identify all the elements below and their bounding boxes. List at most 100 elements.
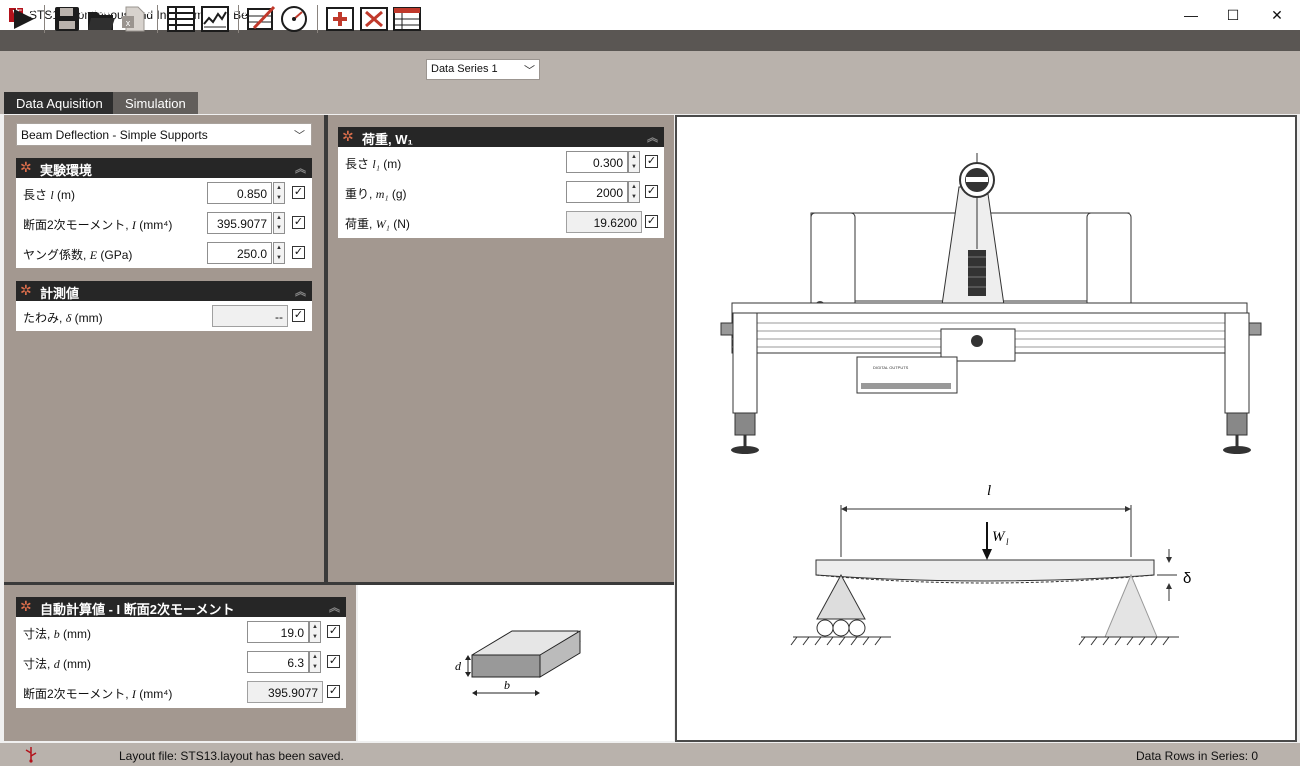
experiment-value: Beam Deflection - Simple Supports bbox=[21, 128, 208, 142]
group-header[interactable]: ✲ 自動計算値 - I 断面2次モーメント ︽ bbox=[16, 597, 346, 617]
d-spinner[interactable]: ▲ ▼ bbox=[309, 651, 321, 673]
minimize-button[interactable]: — bbox=[1168, 0, 1214, 30]
svg-text:x: x bbox=[126, 18, 131, 28]
group-environment: ✲ 実験環境 ︽ 長さ l (m) 0.850 ▲ ▼ ✓ 断面2次モーメント, … bbox=[16, 158, 312, 268]
usb-icon bbox=[25, 747, 37, 763]
length-checkbox[interactable]: ✓ bbox=[292, 186, 305, 199]
collapse-icon[interactable]: ︽ bbox=[647, 129, 658, 145]
b-checkbox[interactable]: ✓ bbox=[327, 625, 340, 638]
group-body: たわみ, δ (mm) -- ✓ bbox=[16, 301, 312, 331]
group-title: 計測値 bbox=[40, 286, 80, 301]
table-view-icon[interactable] bbox=[166, 4, 196, 34]
apparatus-illustration: DIGITAL OUTPUTS l W l δ bbox=[720, 153, 1262, 646]
mass-input[interactable]: 2000 bbox=[566, 181, 628, 203]
tab-data-acquisition[interactable]: Data Aquisition bbox=[4, 92, 115, 114]
b-label: b bbox=[504, 678, 510, 692]
open-folder-icon[interactable] bbox=[86, 4, 116, 34]
gear-icon: ✲ bbox=[20, 282, 32, 298]
moment-checkbox[interactable]: ✓ bbox=[292, 216, 305, 229]
weight-value: 19.6200 bbox=[566, 211, 642, 233]
toolbar-separator bbox=[44, 5, 45, 33]
young-input[interactable]: 250.0 bbox=[207, 242, 272, 264]
data-series-select[interactable]: Data Series 1 ﹀ bbox=[426, 59, 540, 80]
field-deflection: たわみ, δ (mm) -- ✓ bbox=[16, 301, 312, 331]
d-label: d bbox=[455, 659, 462, 673]
gear-icon: ✲ bbox=[20, 159, 32, 175]
save-icon[interactable] bbox=[52, 4, 82, 34]
collapse-icon[interactable]: ︽ bbox=[329, 599, 340, 615]
group-title: 荷重, W₁ bbox=[362, 132, 413, 147]
mass-spinner[interactable]: ▲ ▼ bbox=[628, 181, 640, 203]
group-header[interactable]: ✲ 荷重, W₁ ︽ bbox=[338, 127, 664, 147]
moment-spinner[interactable]: ▲ ▼ bbox=[273, 212, 285, 234]
group-title: 自動計算値 - I 断面2次モーメント bbox=[40, 602, 235, 617]
mass-checkbox[interactable]: ✓ bbox=[645, 185, 658, 198]
field-load-length: 長さ l₁ (m) 0.300 ▲ ▼ ✓ bbox=[338, 147, 664, 177]
experiment-select[interactable]: Beam Deflection - Simple Supports ﹀ bbox=[16, 123, 312, 146]
chevron-down-icon: ﹀ bbox=[294, 130, 305, 142]
b-input[interactable]: 19.0 bbox=[247, 621, 309, 643]
excel-export-icon[interactable]: x bbox=[119, 4, 149, 34]
data-series-value: Data Series 1 bbox=[431, 63, 498, 75]
group-header[interactable]: ✲ 実験環境 ︽ bbox=[16, 158, 312, 178]
length-input[interactable]: 0.850 bbox=[207, 182, 272, 204]
group-body: 長さ l₁ (m) 0.300 ▲ ▼ ✓ 重り, m₁ (g) 2000 ▲ ▼ … bbox=[338, 147, 664, 238]
span-label: l bbox=[987, 483, 991, 499]
load-length-checkbox[interactable]: ✓ bbox=[645, 155, 658, 168]
field-length: 長さ l (m) 0.850 ▲ ▼ ✓ bbox=[16, 178, 312, 208]
gear-icon: ✲ bbox=[20, 598, 32, 614]
toolbar bbox=[0, 51, 1300, 89]
d-input[interactable]: 6.3 bbox=[247, 651, 309, 673]
load-label: W bbox=[992, 529, 1006, 545]
group-measurement: ✲ 計測値 ︽ たわみ, δ (mm) -- ✓ bbox=[16, 281, 312, 331]
add-series-icon[interactable] bbox=[325, 4, 355, 34]
young-spinner[interactable]: ▲ ▼ bbox=[273, 242, 285, 264]
run-icon[interactable] bbox=[9, 4, 39, 34]
weight-checkbox[interactable]: ✓ bbox=[645, 215, 658, 228]
field-b: 寸法, b (mm) 19.0 ▲ ▼ ✓ bbox=[16, 617, 346, 647]
deflection-value: -- bbox=[212, 305, 288, 327]
I-value: 395.9077 bbox=[247, 681, 323, 703]
graph-view-icon[interactable] bbox=[200, 4, 230, 34]
moment-input[interactable]: 395.9077 bbox=[207, 212, 272, 234]
load-length-spinner[interactable]: ▲ ▼ bbox=[628, 151, 640, 173]
status-row-count: Data Rows in Series: 0 bbox=[1136, 749, 1259, 763]
group-title: 実験環境 bbox=[40, 163, 93, 178]
apparatus-panel: DIGITAL OUTPUTS l W l δ bbox=[675, 115, 1297, 742]
young-checkbox[interactable]: ✓ bbox=[292, 246, 305, 259]
length-spinner[interactable]: ▲ ▼ bbox=[273, 182, 285, 204]
group-header[interactable]: ✲ 計測値 ︽ bbox=[16, 281, 312, 301]
close-button[interactable]: ✕ bbox=[1254, 0, 1300, 30]
field-young: ヤング係数, E (GPa) 250.0 ▲ ▼ ✓ bbox=[16, 238, 312, 268]
tab-simulation[interactable]: Simulation bbox=[113, 92, 198, 114]
field-d: 寸法, d (mm) 6.3 ▲ ▼ ✓ bbox=[16, 647, 346, 677]
chevron-down-icon: ﹀ bbox=[524, 65, 535, 77]
load-sub-label: l bbox=[1006, 537, 1009, 547]
deflection-checkbox[interactable]: ✓ bbox=[292, 309, 305, 322]
edit-table-icon[interactable] bbox=[246, 4, 276, 34]
collapse-icon[interactable]: ︽ bbox=[295, 283, 306, 299]
field-weight: 荷重, W₁ (N) 19.6200 ✓ bbox=[338, 207, 664, 237]
I-checkbox[interactable]: ✓ bbox=[327, 685, 340, 698]
load-length-input[interactable]: 0.300 bbox=[566, 151, 628, 173]
group-auto-calc: ✲ 自動計算値 - I 断面2次モーメント ︽ 寸法, b (mm) 19.0 … bbox=[16, 597, 346, 708]
series-table-icon[interactable] bbox=[392, 4, 422, 34]
group-body: 寸法, b (mm) 19.0 ▲ ▼ ✓ 寸法, d (mm) 6.3 ▲ ▼ ✓… bbox=[16, 617, 346, 708]
d-checkbox[interactable]: ✓ bbox=[327, 655, 340, 668]
collapse-icon[interactable]: ︽ bbox=[295, 160, 306, 176]
toolbar-separator bbox=[238, 5, 239, 33]
cross-section-diagram: d b bbox=[455, 630, 581, 696]
gear-icon: ✲ bbox=[342, 128, 354, 144]
group-body: 長さ l (m) 0.850 ▲ ▼ ✓ 断面2次モーメント, I (mm⁴) 3… bbox=[16, 178, 312, 268]
b-spinner[interactable]: ▲ ▼ bbox=[309, 621, 321, 643]
maximize-button[interactable]: ☐ bbox=[1210, 0, 1256, 30]
delete-series-icon[interactable] bbox=[359, 4, 389, 34]
field-mass: 重り, m₁ (g) 2000 ▲ ▼ ✓ bbox=[338, 177, 664, 207]
field-I: 断面2次モーメント, I (mm⁴) 395.9077 ✓ bbox=[16, 677, 346, 707]
toolbar-separator bbox=[317, 5, 318, 33]
panel-label: DIGITAL OUTPUTS bbox=[873, 365, 909, 370]
cross-section-panel: d b bbox=[358, 585, 674, 741]
status-message: Layout file: STS13.layout has been saved… bbox=[119, 749, 344, 763]
gauge-icon[interactable] bbox=[279, 4, 309, 34]
delta-label: δ bbox=[1183, 570, 1191, 587]
